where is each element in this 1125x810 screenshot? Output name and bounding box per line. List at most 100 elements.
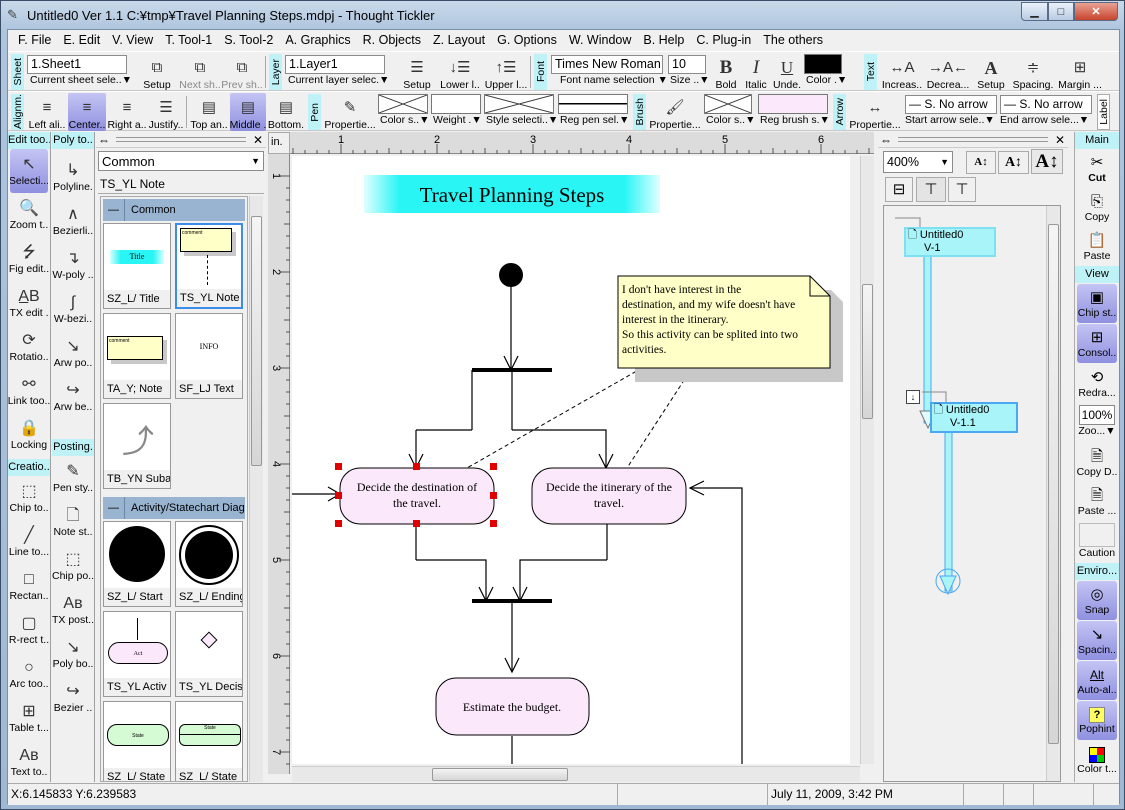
prev-sheet-button[interactable]: ⧉ Prev sh.. — [222, 53, 262, 91]
minimize-button[interactable]: ▁ — [1021, 2, 1048, 21]
tool-link[interactable]: ⚯ Link too.. — [8, 369, 50, 413]
tool-text-tool[interactable]: Aʙ Text to.. — [8, 740, 50, 784]
tool-arc[interactable]: ○ Arc too.. — [8, 652, 50, 696]
font-size-input[interactable]: 10 — [668, 55, 706, 74]
navigator-scrollbar[interactable] — [1046, 206, 1060, 781]
tool-polyline[interactable]: ↳ Polyline. — [52, 155, 94, 199]
redraw-button[interactable]: ⟲ Redra... — [1075, 364, 1119, 403]
menu-plug-in[interactable]: C. Plug-in — [690, 33, 757, 47]
tool-pen-style[interactable]: ✎ Pen sty.. — [52, 456, 94, 500]
middle-anchor-button[interactable]: ▤ Middle . — [230, 93, 266, 131]
pen-color-caption[interactable]: Color s..▼ — [380, 114, 430, 126]
navigator-close-icon[interactable]: ✕ — [1052, 133, 1068, 147]
tool-rotation[interactable]: ⟳ Rotatio.. — [8, 325, 50, 369]
italic-button[interactable]: I Italic — [742, 53, 770, 91]
current-sheet-select[interactable]: 1.Sheet1 — [27, 55, 127, 74]
linear-view-button[interactable]: ⊤ — [948, 177, 976, 202]
menu-window[interactable]: W. Window — [563, 33, 638, 47]
title-bar[interactable]: ✎ Untitled0 Ver 1.1 C:¥tmp¥Travel Planni… — [1, 1, 1124, 29]
chip-text[interactable]: INFO SF_LJ Text — [175, 313, 243, 399]
spacing-toggle-button[interactable]: ↘ Spacin.. — [1077, 621, 1117, 660]
zoom-input[interactable]: 100% — [1079, 405, 1115, 425]
menu-help[interactable]: B. Help — [637, 33, 690, 47]
navigator-zoom-select[interactable]: 400% ▼ — [883, 151, 953, 173]
small-font-button[interactable]: A↕ — [966, 151, 996, 174]
center-align-button[interactable]: ≡ Center.. — [68, 93, 106, 131]
font-name-caption[interactable]: Font name selection ▼ — [560, 74, 668, 86]
tool-poly-box[interactable]: ↘ Poly bo.. — [52, 632, 94, 676]
palette-scroll-thumb[interactable] — [251, 216, 262, 466]
pen-color-swatch[interactable] — [378, 94, 428, 114]
tool-arrow-poly[interactable]: ↘ Arw po.. — [52, 331, 94, 375]
version-node-current[interactable]: 🗋 Untitled0 V-1.1 — [930, 402, 1018, 433]
text-setup-button[interactable]: A Setup — [974, 53, 1008, 91]
activity-decide-destination[interactable]: Decide the destination of the travel. — [339, 467, 495, 525]
menu-tool-1[interactable]: T. Tool-1 — [159, 33, 218, 47]
medium-font-button[interactable]: A↕ — [998, 151, 1029, 174]
cut-button[interactable]: ✂ Cut — [1075, 149, 1119, 188]
current-sheet-caption[interactable]: Current sheet sele..▼ — [30, 74, 132, 86]
menu-options[interactable]: G. Options — [491, 33, 563, 47]
current-layer-caption[interactable]: Current layer selec.▼ — [288, 74, 389, 86]
branch-view-button[interactable]: ⊤ — [916, 177, 946, 202]
zoom-dropdown[interactable]: Zoo...▼ — [1075, 425, 1119, 443]
tool-magnifier[interactable]: 🔍 Zoom t.. — [8, 193, 50, 237]
palette-group-common[interactable]: — Common — [103, 199, 245, 221]
right-align-button[interactable]: ≡ Right a.. — [108, 93, 146, 131]
tree-view-button[interactable]: ⊟ — [885, 177, 913, 202]
bold-button[interactable]: B Bold — [712, 53, 740, 91]
drawing-page[interactable]: Travel Planning Steps I don't have inter… — [292, 156, 850, 764]
maximize-button[interactable]: □ — [1048, 2, 1074, 21]
reg-pen-swatch[interactable] — [558, 94, 628, 114]
tool-rectangle[interactable]: □ Rectan.. — [8, 564, 50, 608]
diagram-title[interactable]: Travel Planning Steps — [364, 175, 660, 213]
dock-toggle-icon[interactable]: ⇔ — [96, 133, 112, 147]
activity-estimate-budget[interactable]: Estimate the budget. — [435, 677, 590, 736]
chip-ending[interactable]: SZ_L/ Ending — [175, 521, 243, 607]
sheet-setup-button[interactable]: ⧉ Setup — [138, 53, 176, 91]
justify-button[interactable]: ☰ Justify.. — [148, 93, 184, 131]
pen-style-caption[interactable]: Style selecti..▼ — [486, 114, 558, 126]
tool-text-edit[interactable]: A̲B TX edit . — [8, 281, 50, 325]
spacing-button[interactable]: ≑ Spacing. — [1011, 53, 1055, 91]
chip-style-button[interactable]: ▣ Chip st.. — [1077, 284, 1117, 323]
tool-w-poly[interactable]: ↴ W-poly .. — [52, 243, 94, 287]
tool-lock[interactable]: 🔒 Locking — [8, 413, 50, 457]
tool-bezier[interactable]: ∧ Bezierli.. — [52, 199, 94, 243]
navigator-grip[interactable] — [898, 137, 1048, 142]
palette-group-activity[interactable]: — Activity/Statechart Diag — [103, 497, 245, 519]
end-arrow-caption[interactable]: End arrow sele...▼ — [1000, 114, 1089, 126]
layer-setup-button[interactable]: ☰ Setup — [398, 53, 436, 91]
pen-weight-swatch[interactable] — [431, 94, 481, 114]
canvas-horizontal-scrollbar[interactable] — [292, 766, 860, 782]
menu-layout[interactable]: Z. Layout — [427, 33, 491, 47]
copy-drawing-button[interactable]: 🗎 Copy D.. — [1075, 443, 1119, 482]
tool-text-post[interactable]: Aʙ TX post.. — [52, 588, 94, 632]
font-size-caption[interactable]: Size ..▼ — [670, 74, 710, 86]
version-node[interactable]: 🗋 Untitled0 V-1 — [904, 227, 996, 257]
note-comment[interactable]: I don't have interest in the destination… — [617, 275, 843, 382]
tool-table[interactable]: ⊞ Table t... — [8, 696, 50, 740]
tool-chip-post[interactable]: ⬚ Chip po.. — [52, 544, 94, 588]
pen-weight-caption[interactable]: Weight .▼ — [433, 114, 482, 126]
start-arrow-select[interactable]: — S. No arrow — [905, 95, 997, 114]
left-align-button[interactable]: ≡ Left ali.. — [28, 93, 66, 131]
font-color-caption[interactable]: Color .▼ — [806, 74, 847, 86]
menu-view[interactable]: V. View — [106, 33, 159, 47]
brush-color-caption[interactable]: Color s..▼ — [706, 114, 756, 126]
console-button[interactable]: ⊞ Consol.. — [1077, 324, 1117, 363]
lower-layer-button[interactable]: ↓☰ Lower l.. — [438, 53, 482, 91]
pen-style-swatch[interactable] — [484, 94, 554, 114]
tool-fig-edit[interactable]: ⭍ Fig edit.. — [8, 237, 50, 281]
close-button[interactable]: ✕ — [1074, 2, 1118, 21]
tool-note-style[interactable]: 🗋 Note st.. — [52, 500, 94, 544]
chip-subactivity[interactable]: ⤴ TB_YN Suba — [103, 403, 171, 489]
canvas-hscroll-thumb[interactable] — [432, 768, 568, 781]
increase-font-button[interactable]: ↔A Increas.. — [880, 53, 924, 91]
menu-graphics[interactable]: A. Graphics — [279, 33, 356, 47]
tool-rounded-rect[interactable]: ▢ R-rect t.. — [8, 608, 50, 652]
reg-brush-caption[interactable]: Reg brush s.▼ — [760, 114, 830, 126]
arrow-properties-button[interactable]: ↔ Propertie... — [849, 93, 901, 131]
chip-decision[interactable]: TS_YL Decis — [175, 611, 243, 697]
paste-drawing-button[interactable]: 🗎 Paste ... — [1075, 482, 1119, 521]
